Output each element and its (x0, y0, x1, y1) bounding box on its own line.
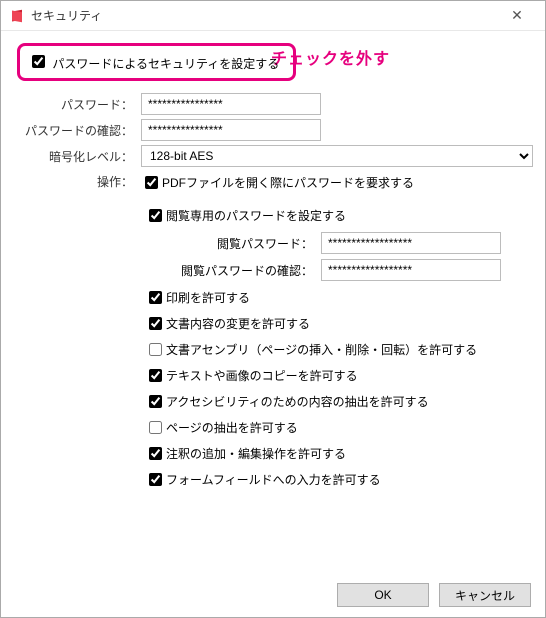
view-password-confirm-label: 閲覧パスワードの確認： (181, 262, 321, 279)
op-set-view-password-checkbox[interactable] (149, 209, 162, 222)
op-label: アクセシビリティのための内容の抽出を許可する (166, 393, 429, 410)
op-allow-page-extract[interactable]: ページの抽出を許可する (145, 418, 533, 437)
op-label: 文書内容の変更を許可する (166, 315, 310, 332)
close-icon[interactable]: ✕ (497, 7, 537, 24)
op-label: ページの抽出を許可する (166, 419, 298, 436)
op-label: 文書アセンブリ（ページの挿入・削除・回転）を許可する (166, 341, 477, 358)
op-allow-modify-content-checkbox[interactable] (149, 317, 162, 330)
op-allow-document-assembly-checkbox[interactable] (149, 343, 162, 356)
op-allow-modify-content[interactable]: 文書内容の変更を許可する (145, 314, 533, 333)
password-field[interactable] (141, 93, 321, 115)
cancel-button[interactable]: キャンセル (439, 583, 531, 607)
button-bar: OK キャンセル (337, 583, 531, 607)
window-title: セキュリティ (31, 7, 497, 24)
op-allow-print[interactable]: 印刷を許可する (145, 288, 533, 307)
op-set-view-password[interactable]: 閲覧専用のパスワードを設定する (145, 206, 533, 225)
enable-password-security-checkbox[interactable] (32, 55, 45, 68)
ok-button[interactable]: OK (337, 583, 429, 607)
op-label: テキストや画像のコピーを許可する (166, 367, 358, 384)
op-require-password-open-checkbox[interactable] (145, 176, 158, 189)
content-area: チェックを外す パスワードによるセキュリティを設定する パスワード： パスワード… (1, 31, 545, 489)
encrypt-level-label: 暗号化レベル： (13, 148, 141, 165)
op-require-password-open[interactable]: PDFファイルを開く際にパスワードを要求する (141, 173, 533, 192)
op-allow-accessibility-extract-checkbox[interactable] (149, 395, 162, 408)
op-allow-copy[interactable]: テキストや画像のコピーを許可する (145, 366, 533, 385)
password-confirm-field[interactable] (141, 119, 321, 141)
op-label: 閲覧専用のパスワードを設定する (166, 207, 346, 224)
operations-label: 操作： (13, 173, 141, 199)
op-allow-annotations-checkbox[interactable] (149, 447, 162, 460)
op-allow-document-assembly[interactable]: 文書アセンブリ（ページの挿入・削除・回転）を許可する (145, 340, 533, 359)
op-allow-accessibility-extract[interactable]: アクセシビリティのための内容の抽出を許可する (145, 392, 533, 411)
app-icon (9, 8, 25, 24)
op-allow-form-fill-checkbox[interactable] (149, 473, 162, 486)
security-dialog: セキュリティ ✕ チェックを外す パスワードによるセキュリティを設定する パスワ… (0, 0, 546, 618)
op-allow-page-extract-checkbox[interactable] (149, 421, 162, 434)
enable-password-security-toggle[interactable]: パスワードによるセキュリティを設定する (17, 43, 296, 81)
password-label: パスワード： (13, 96, 141, 113)
op-label: 印刷を許可する (166, 289, 250, 306)
enable-password-security-label: パスワードによるセキュリティを設定する (52, 57, 279, 71)
view-password-confirm-field[interactable] (321, 259, 501, 281)
op-label: PDFファイルを開く際にパスワードを要求する (162, 174, 414, 191)
encrypt-level-select[interactable]: 128-bit AES (141, 145, 533, 167)
view-password-field[interactable] (321, 232, 501, 254)
password-confirm-label: パスワードの確認： (13, 122, 141, 139)
op-allow-copy-checkbox[interactable] (149, 369, 162, 382)
op-allow-form-fill[interactable]: フォームフィールドへの入力を許可する (145, 470, 533, 489)
op-allow-annotations[interactable]: 注釈の追加・編集操作を許可する (145, 444, 533, 463)
op-label: 注釈の追加・編集操作を許可する (166, 445, 346, 462)
titlebar: セキュリティ ✕ (1, 1, 545, 31)
op-label: フォームフィールドへの入力を許可する (166, 471, 381, 488)
op-allow-print-checkbox[interactable] (149, 291, 162, 304)
view-password-label: 閲覧パスワード： (181, 235, 321, 252)
